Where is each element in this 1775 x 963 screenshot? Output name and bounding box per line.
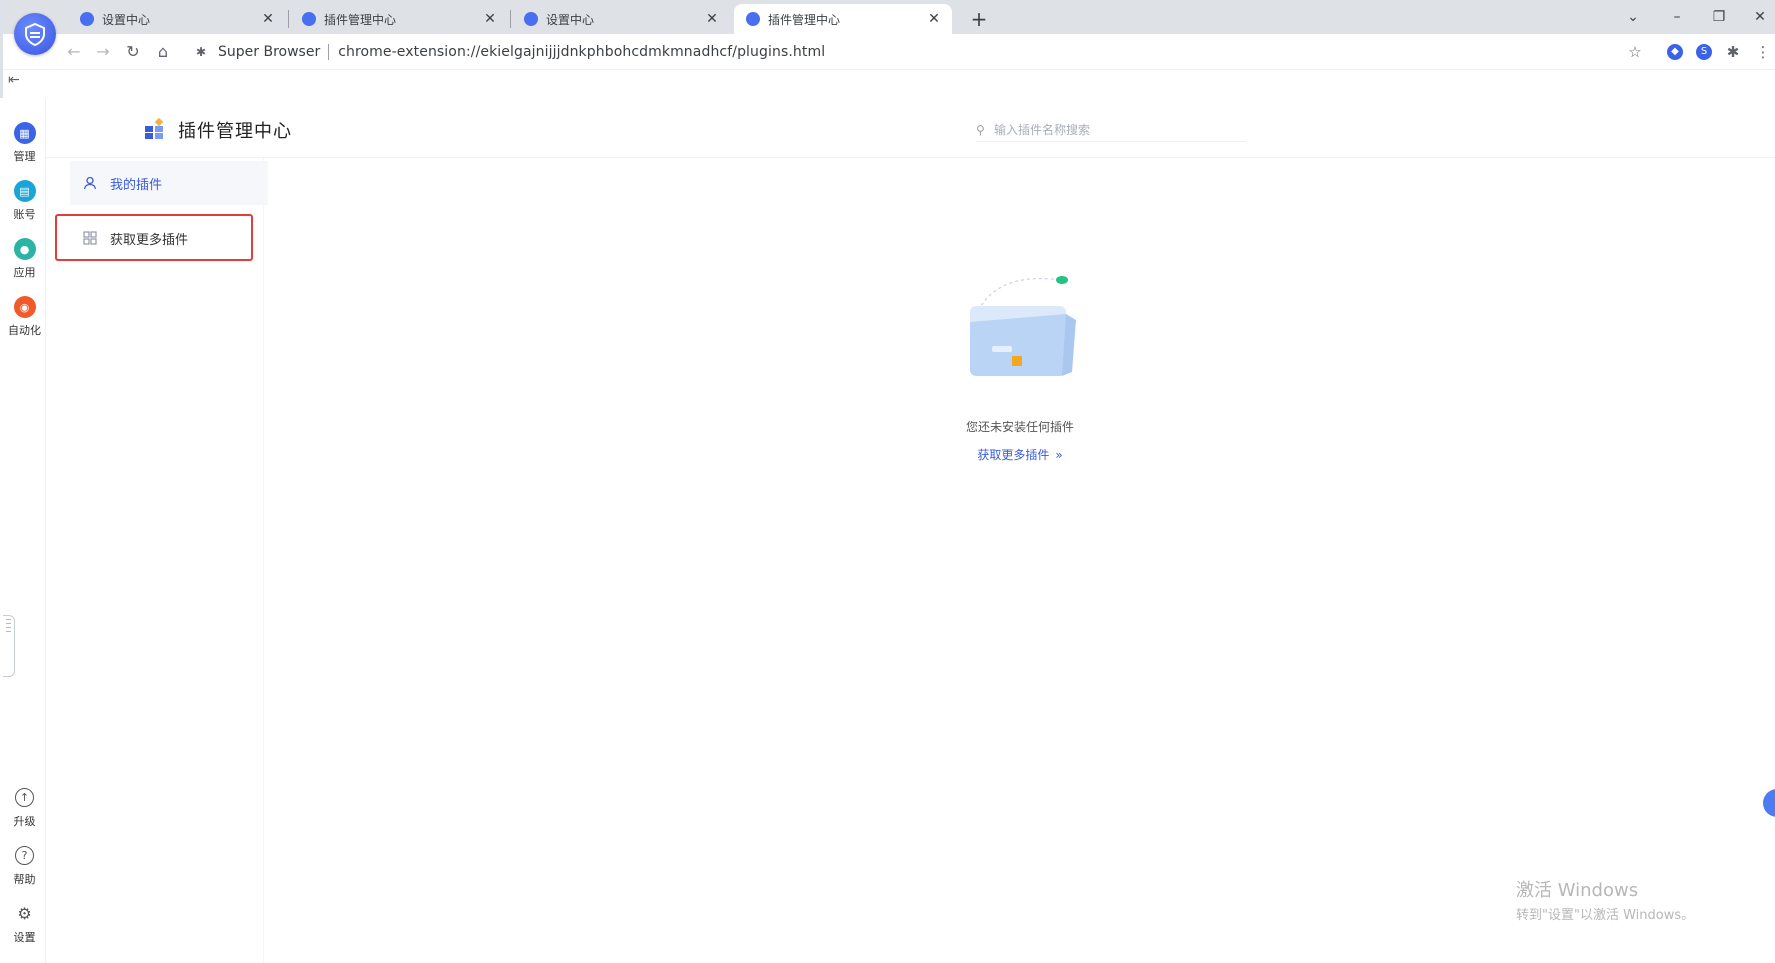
secondary-bar [0, 70, 1775, 98]
shield-logo-icon [25, 22, 45, 47]
super-browser-favicon-icon [302, 12, 316, 26]
window-close-button[interactable]: ✕ [1745, 4, 1775, 30]
close-icon[interactable]: ✕ [482, 11, 498, 27]
menu-item-my-plugins[interactable]: 我的插件 [70, 161, 268, 205]
robot-icon: ◉ [13, 296, 36, 318]
rail-item-accounts[interactable]: ▤ 账号 [3, 180, 46, 222]
rail-item-label: 设置 [13, 931, 36, 944]
super-browser-logo[interactable] [14, 13, 56, 55]
close-icon[interactable]: ✕ [260, 11, 276, 27]
reload-button[interactable]: ↻ [122, 41, 144, 63]
user-icon [82, 175, 98, 191]
home-button[interactable]: ⌂ [152, 41, 174, 63]
browser-tab[interactable]: 设置中心 ✕ [68, 4, 286, 34]
menu-kebab-icon[interactable]: ⋮ [1753, 42, 1773, 62]
windows-activation-watermark: 激活 Windows 转到"设置"以激活 Windows。 [1516, 876, 1694, 923]
star-bookmark-icon[interactable]: ☆ [1625, 42, 1645, 62]
omnibox-site-name: Super Browser [218, 44, 321, 60]
empty-folder-illustration [970, 276, 1076, 376]
rail-item-label: 帮助 [13, 873, 36, 886]
get-more-plugins-link-label[interactable]: 获取更多插件 [977, 448, 1049, 462]
minimize-button[interactable]: – [1662, 4, 1692, 30]
address-bar[interactable]: ✱ Super Browser chrome-extension://ekiel… [186, 38, 1646, 66]
page-title: 插件管理中心 [178, 121, 292, 142]
plugin-search[interactable]: ⚲ [976, 118, 1246, 142]
browser-tab[interactable]: 设置中心 ✕ [512, 4, 730, 34]
rail-item-manage[interactable]: ▦ 管理 [3, 122, 46, 164]
help-icon: ? [15, 846, 34, 865]
extension-b-icon[interactable]: S [1694, 42, 1714, 62]
tab-divider [510, 10, 511, 28]
restore-button[interactable]: ❐ [1704, 4, 1734, 30]
search-input[interactable] [994, 122, 1234, 137]
double-chevron-right-icon: » [1055, 448, 1063, 462]
app-icon: ● [13, 238, 36, 260]
rail-item-apps[interactable]: ● 应用 [3, 238, 46, 280]
rail-item-label: 自动化 [8, 324, 41, 337]
browser-tab-active[interactable]: 插件管理中心 ✕ [734, 4, 952, 34]
plugin-side-menu: 我的插件 获取更多插件 [46, 158, 268, 963]
get-more-plugins-link[interactable]: 获取更多插件 » [900, 446, 1140, 463]
rail-item-label: 升级 [13, 815, 36, 828]
puzzle-icon: ✱ [196, 45, 207, 59]
tab-title: 插件管理中心 [768, 12, 841, 27]
tab-title: 设置中心 [102, 12, 151, 27]
tab-title: 插件管理中心 [324, 12, 397, 27]
grid-icon: ▦ [13, 122, 36, 144]
super-browser-favicon-icon [746, 12, 760, 26]
omnibox-url[interactable]: chrome-extension://ekielgajnijjjdnkphboh… [338, 44, 825, 60]
upgrade-icon: ↑ [15, 788, 34, 807]
extension-a-icon[interactable]: ◆ [1665, 42, 1685, 62]
new-tab-button[interactable]: + [967, 7, 991, 31]
close-icon[interactable]: ✕ [926, 11, 942, 27]
rail-item-label: 应用 [13, 266, 36, 279]
extensions-puzzle-icon[interactable]: ✱ [1723, 42, 1743, 62]
rail-item-label: 账号 [13, 208, 36, 221]
rail-item-automation[interactable]: ◉ 自动化 [3, 296, 46, 338]
back-button[interactable]: ← [63, 41, 85, 63]
plugin-center-logo-icon [145, 118, 164, 139]
menu-item-label: 我的插件 [110, 177, 163, 193]
forward-button[interactable]: → [92, 41, 114, 63]
super-browser-favicon-icon [80, 12, 94, 26]
empty-state: 您还未安装任何插件 获取更多插件 » [900, 258, 1140, 478]
browser-tab[interactable]: 插件管理中心 ✕ [290, 4, 508, 34]
highlight-annotation-box [55, 214, 253, 261]
rail-item-help[interactable]: ? 帮助 [3, 846, 46, 887]
tab-strip: 设置中心 ✕ 插件管理中心 ✕ 设置中心 ✕ 插件管理中心 ✕ + ⌄ – ❐ … [0, 0, 1775, 34]
watermark-title: 激活 Windows [1516, 880, 1639, 901]
exit-icon[interactable]: ⇤ [8, 72, 26, 90]
rail-item-upgrade[interactable]: ↑ 升级 [3, 788, 46, 829]
rail-collapse-handle[interactable] [3, 615, 15, 677]
watermark-subtitle: 转到"设置"以激活 Windows。 [1516, 908, 1695, 923]
close-icon[interactable]: ✕ [704, 11, 720, 27]
left-rail: ▦ 管理 ▤ 账号 ● 应用 ◉ 自动化 ↑ 升级 ? 帮助 ⚙ 设置 [0, 98, 46, 963]
search-icon: ⚲ [976, 122, 985, 137]
floating-side-button[interactable] [1763, 789, 1775, 817]
tab-title: 设置中心 [546, 12, 595, 27]
store-icon: ▤ [13, 180, 36, 202]
rail-item-settings[interactable]: ⚙ 设置 [3, 904, 46, 945]
omnibox-divider [328, 44, 330, 60]
super-browser-favicon-icon [524, 12, 538, 26]
rail-item-label: 管理 [13, 150, 36, 163]
empty-state-message: 您还未安装任何插件 [965, 420, 1074, 434]
gear-icon: ⚙ [17, 904, 32, 923]
tab-search-chevron-icon[interactable]: ⌄ [1618, 4, 1648, 30]
tab-divider [288, 10, 289, 28]
browser-toolbar: ← → ↻ ⌂ ✱ Super Browser chrome-extension… [0, 34, 1775, 70]
page-header: 插件管理中心 ⚲ [46, 98, 1775, 158]
